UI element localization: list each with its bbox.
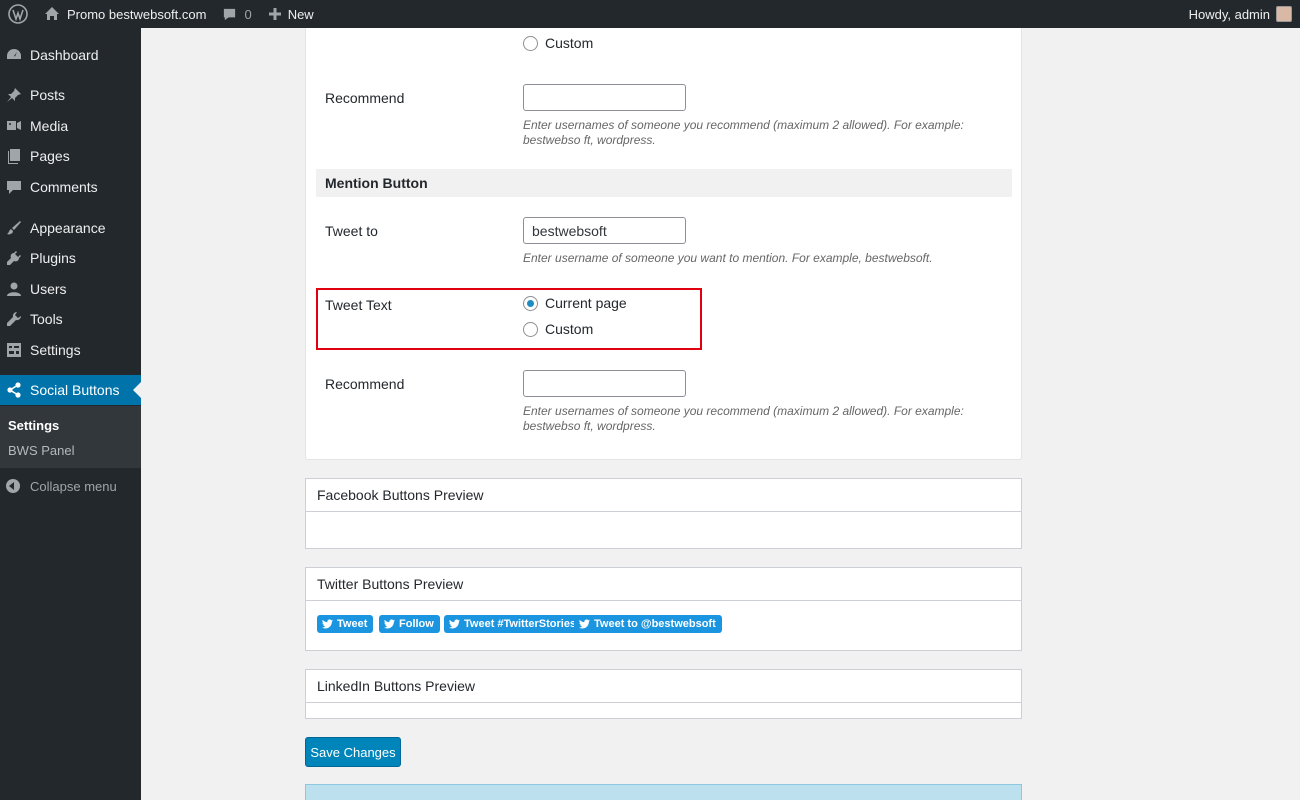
tweet-to-input[interactable] xyxy=(523,217,686,244)
comments-count: 0 xyxy=(244,6,252,22)
mention-button-section-title: Mention Button xyxy=(316,169,1012,197)
sidebar-item-label: Posts xyxy=(30,87,66,103)
site-name-link[interactable]: Promo bestwebsoft.com xyxy=(36,0,214,28)
radio-button[interactable] xyxy=(523,35,538,51)
tweet-to-description: Enter username of someone you want to me… xyxy=(523,251,933,265)
twitter-tweet-button[interactable]: Tweet xyxy=(317,615,374,633)
twitter-bird-icon xyxy=(384,619,395,629)
social-buttons-submenu: Settings BWS Panel xyxy=(0,406,141,468)
twitter-button-label: Tweet to @bestwebsoft xyxy=(594,618,716,630)
sidebar-item-dashboard[interactable]: Dashboard xyxy=(0,40,141,70)
sidebar-item-comments[interactable]: Comments xyxy=(0,172,141,202)
radio-button[interactable] xyxy=(523,321,538,337)
greeting: Howdy, admin xyxy=(1188,6,1270,22)
sidebar-item-label: Comments xyxy=(30,179,98,195)
pin-icon xyxy=(6,87,22,103)
sidebar-item-label: Users xyxy=(30,281,67,297)
sidebar-item-label: Social Buttons xyxy=(30,382,120,398)
comment-bubble-icon xyxy=(222,7,237,22)
radio-label: Current page xyxy=(545,295,627,311)
account-menu[interactable]: Howdy, admin xyxy=(1181,0,1300,28)
collapse-arrow-icon xyxy=(6,479,20,493)
new-label: New xyxy=(287,6,314,22)
wrench-icon xyxy=(6,311,22,327)
radio-label: Custom xyxy=(545,321,594,337)
twitter-follow-button[interactable]: Follow xyxy=(379,615,440,633)
sidebar-item-users[interactable]: Users xyxy=(0,274,141,304)
comments-link[interactable]: 0 xyxy=(214,0,259,28)
radio-button[interactable] xyxy=(523,295,538,311)
linkedin-preview-title: LinkedIn Buttons Preview xyxy=(306,670,1021,703)
share-icon xyxy=(6,382,22,398)
home-icon xyxy=(44,6,60,22)
top-radio-custom[interactable]: Custom xyxy=(523,35,593,51)
new-content-link[interactable]: New xyxy=(260,0,322,28)
recommend-label: Recommend xyxy=(325,90,405,106)
submenu-item-bws-panel[interactable]: BWS Panel xyxy=(8,443,74,458)
tweet-text-option-custom[interactable]: Custom xyxy=(523,321,593,337)
pages-icon xyxy=(6,148,22,164)
radio-label: Custom xyxy=(545,35,594,51)
tweet-text-option-current-page[interactable]: Current page xyxy=(523,295,627,311)
recommend-description: Enter usernames of someone you recommend… xyxy=(523,118,964,147)
brush-icon xyxy=(6,220,22,236)
admin-sidebar: Dashboard Posts Media Pages Comments App… xyxy=(0,28,141,800)
twitter-button-label: Tweet #TwitterStories xyxy=(464,618,577,630)
recommend-input[interactable] xyxy=(523,84,686,111)
media-icon xyxy=(6,118,22,134)
tweet-to-label: Tweet to xyxy=(325,223,378,239)
twitter-preview-title: Twitter Buttons Preview xyxy=(306,568,1021,601)
admin-bar: Promo bestwebsoft.com 0 New Howdy, admin xyxy=(0,0,1300,28)
plug-icon xyxy=(6,250,22,266)
sidebar-item-tools[interactable]: Tools xyxy=(0,304,141,334)
sidebar-item-media[interactable]: Media xyxy=(0,111,141,141)
wordpress-logo-icon[interactable] xyxy=(0,0,36,28)
facebook-preview-panel: Facebook Buttons Preview xyxy=(305,478,1022,549)
save-changes-button[interactable]: Save Changes xyxy=(305,737,401,767)
dashboard-icon xyxy=(6,47,22,63)
sidebar-item-label: Plugins xyxy=(30,250,76,266)
twitter-mention-button[interactable]: Tweet to @bestwebsoft xyxy=(574,615,722,633)
sidebar-item-label: Appearance xyxy=(30,220,106,236)
recommend-description-2: Enter usernames of someone you recommend… xyxy=(523,404,964,433)
comment-icon xyxy=(6,179,22,195)
collapse-menu-label: Collapse menu xyxy=(30,478,117,494)
linkedin-preview-panel: LinkedIn Buttons Preview xyxy=(305,669,1022,719)
collapse-menu-button[interactable]: Collapse menu xyxy=(0,476,117,496)
recommend-label-2: Recommend xyxy=(325,376,405,392)
twitter-hashtag-button[interactable]: Tweet #TwitterStories xyxy=(444,615,583,633)
rating-notice xyxy=(305,784,1022,800)
twitter-bird-icon xyxy=(322,619,333,629)
site-name: Promo bestwebsoft.com xyxy=(67,6,207,22)
avatar xyxy=(1276,6,1292,22)
twitter-preview-panel: Twitter Buttons Preview xyxy=(305,567,1022,651)
sidebar-item-social-buttons[interactable]: Social Buttons xyxy=(0,375,141,405)
sidebar-item-plugins[interactable]: Plugins xyxy=(0,243,141,273)
sidebar-item-posts[interactable]: Posts xyxy=(0,80,141,110)
sidebar-item-label: Media xyxy=(30,118,69,134)
twitter-bird-icon xyxy=(449,619,460,629)
recommend-input-2[interactable] xyxy=(523,370,686,397)
twitter-bird-icon xyxy=(579,619,590,629)
twitter-button-label: Follow xyxy=(399,618,434,630)
sidebar-item-settings[interactable]: Settings xyxy=(0,335,141,365)
sidebar-item-label: Settings xyxy=(30,342,81,358)
twitter-button-label: Tweet xyxy=(337,618,368,630)
sidebar-item-label: Tools xyxy=(30,311,63,327)
sidebar-item-appearance[interactable]: Appearance xyxy=(0,213,141,243)
tweet-text-label: Tweet Text xyxy=(325,297,392,313)
submenu-item-settings[interactable]: Settings xyxy=(8,418,59,433)
user-icon xyxy=(6,281,22,297)
sidebar-item-label: Dashboard xyxy=(30,47,99,63)
facebook-preview-title: Facebook Buttons Preview xyxy=(306,479,1021,512)
sidebar-item-label: Pages xyxy=(30,148,70,164)
settings-icon xyxy=(6,342,22,358)
plus-icon xyxy=(268,7,282,21)
sidebar-item-pages[interactable]: Pages xyxy=(0,141,141,171)
